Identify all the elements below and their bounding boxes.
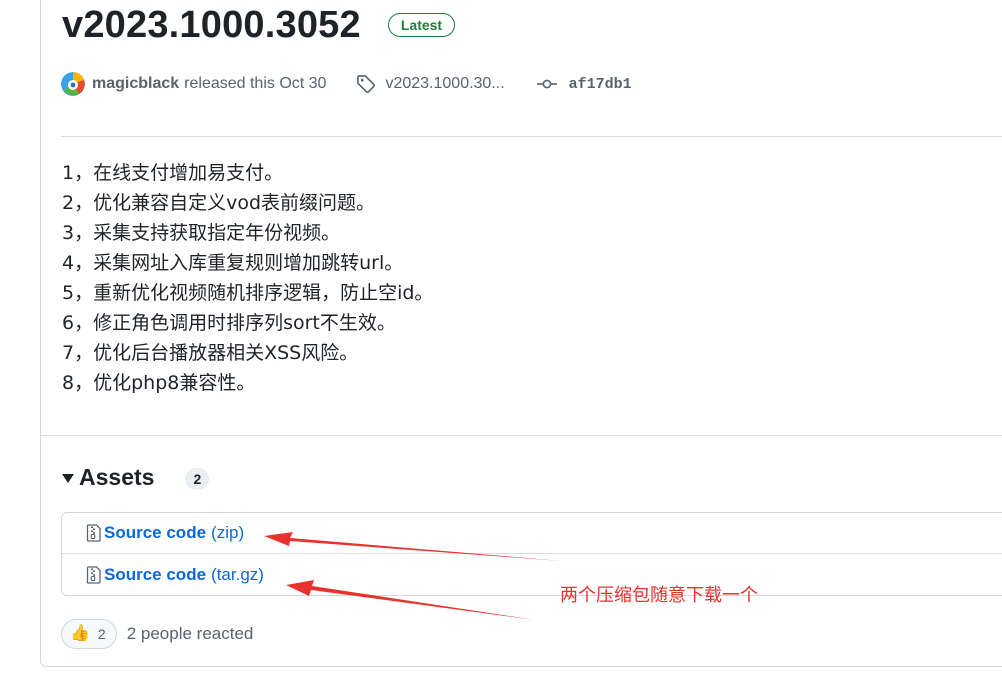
avatar[interactable]	[61, 72, 85, 96]
reacted-summary: 2 people reacted	[126, 624, 254, 643]
caret-down-icon	[62, 473, 74, 483]
note-item: 5，重新优化视频随机排序逻辑，防止空id。	[62, 282, 434, 304]
note-item: 2，优化兼容自定义vod表前缀问题。	[62, 192, 376, 214]
note-item: 4，采集网址入库重复规则增加跳转url。	[62, 252, 404, 274]
note-item: 1，在线支付增加易支付。	[62, 162, 284, 184]
asset-name[interactable]: Source code	[104, 565, 206, 585]
note-item: 3，采集支持获取指定年份视频。	[62, 222, 341, 244]
git-commit-icon	[536, 79, 557, 89]
assets-divider	[41, 435, 1002, 436]
file-zip-icon	[86, 524, 101, 542]
note-item: 7，优化后台播放器相关XSS风险。	[62, 342, 359, 364]
asset-name[interactable]: Source code	[104, 523, 206, 543]
assets-count-badge: 2	[185, 468, 210, 490]
reaction-count: 2	[97, 626, 106, 642]
release-notes: 1，在线支付增加易支付。 2，优化兼容自定义vod表前缀问题。 3，采集支持获取…	[62, 158, 433, 398]
assets-list: Source code (zip) Source code (tar.gz)	[61, 512, 1002, 596]
assets-title: Assets	[79, 463, 155, 490]
header-divider	[61, 136, 1002, 137]
tag-icon	[357, 75, 376, 93]
latest-badge: Latest	[387, 13, 456, 37]
assets-toggle[interactable]: Assets 2	[62, 460, 210, 494]
release-meta: magicblack released this Oct 30 v2023.10…	[61, 70, 632, 98]
reactions: 👍 2 2 people reacted	[61, 618, 253, 650]
file-zip-icon	[86, 565, 101, 584]
asset-extension[interactable]: (zip)	[211, 523, 244, 543]
avatar-logo-icon	[61, 72, 85, 96]
author-link[interactable]: magicblack	[92, 75, 179, 93]
asset-extension[interactable]: (tar.gz)	[211, 565, 264, 585]
asset-item-targz[interactable]: Source code (tar.gz)	[62, 554, 1002, 595]
release-title[interactable]: v2023.1000.3052	[62, 3, 361, 47]
note-item: 6，修正角色调用时排序列sort不生效。	[62, 312, 396, 334]
asset-item-zip[interactable]: Source code (zip)	[62, 513, 1002, 554]
commit-sha: af17db1	[568, 75, 632, 93]
tag-link[interactable]: v2023.1000.30...	[356, 74, 505, 94]
release-header: v2023.1000.3052 Latest	[62, 0, 456, 50]
released-date: released this Oct 30	[184, 75, 327, 92]
tag-name: v2023.1000.30...	[385, 75, 505, 92]
release-page: v2023.1000.3052 Latest magicblack releas…	[0, 0, 1002, 683]
note-item: 8，优化php8兼容性。	[62, 372, 256, 394]
annotation-note: 两个压缩包随意下载一个	[560, 585, 758, 606]
commit-link[interactable]: af17db1	[536, 75, 632, 93]
reaction-thumbs-up-button[interactable]: 👍 2	[61, 619, 117, 649]
thumbs-up-icon: 👍	[70, 625, 90, 642]
